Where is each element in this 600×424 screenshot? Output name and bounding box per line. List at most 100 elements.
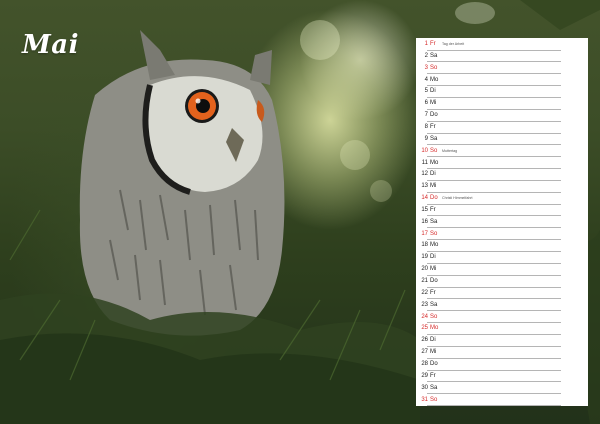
day-number: 17 [421,230,428,237]
weekday-label: Fr [430,289,436,296]
day-number: 5 [424,88,428,95]
weekday-label: Di [430,88,436,95]
calendar-page: Mai 1 Fr Tag der Arbeit 2 Sa 3 So 4 Mo 5 Di 6 Mi 7 Do 8… [0,0,600,424]
weekday-label: So [430,313,438,320]
calendar-day-row: 14 Do Christi Himmelfahrt [416,193,588,205]
weekday-label: Fr [430,41,436,47]
day-number: 21 [421,278,428,284]
weekday-label: Do [430,360,438,367]
calendar-panel: 1 Fr Tag der Arbeit 2 Sa 3 So 4 Mo 5 Di 6 Mi 7 Do 8 Fr 9 S… [416,38,588,407]
calendar-day-row: 26 Di [416,335,588,347]
calendar-day-row: 5 Di [416,86,588,98]
weekday-label: Mi [430,266,437,273]
calendar-day-row: 19 Di [416,252,588,264]
day-number: 12 [421,171,428,178]
day-number: 16 [421,218,428,225]
calendar-day-row: 17 So [416,229,588,241]
calendar-day-row: 30 Sa [416,383,588,395]
calendar-day-row: 18 Mo [416,240,588,253]
holiday-note: Muttertag [442,148,458,153]
day-number: 25 [421,325,428,332]
day-number: 28 [421,360,428,367]
calendar-day-row: 24 So [416,312,588,324]
calendar-day-row: 29 Fr [416,371,588,383]
day-number: 22 [421,289,428,296]
weekday-label: Mi [430,100,437,107]
day-number: 8 [424,123,428,130]
calendar-day-row: 22 Fr [416,288,588,300]
month-title: Mai [22,30,80,60]
day-number: 30 [421,384,428,391]
row-divider [427,405,561,407]
calendar-day-row: 25 Mo [416,323,588,335]
calendar-day-row: 4 Mo [416,75,588,87]
day-number: 9 [424,135,428,142]
weekday-label: Sa [430,218,438,225]
day-number: 1 [424,41,428,47]
day-number: 19 [421,254,428,261]
weekday-label: Fr [430,206,436,213]
day-number: 18 [421,242,428,249]
calendar-day-row: 16 Sa [416,217,588,229]
holiday-note: Tag der Arbeit [442,42,465,46]
weekday-label: So [430,230,438,237]
calendar-day-row: 21 Do [416,276,588,288]
calendar-day-row: 13 Mi [416,181,588,193]
day-number: 4 [424,76,428,83]
calendar-day-row: 31 So [416,395,588,407]
weekday-label: Mo [430,242,439,249]
weekday-label: Mi [430,183,437,190]
day-number: 23 [421,301,428,308]
weekday-label: Mo [430,325,439,332]
day-number: 7 [424,112,428,119]
day-number: 26 [421,337,428,344]
calendar-day-row: 23 Sa [416,300,588,312]
day-number: 6 [424,100,428,107]
day-number: 27 [421,349,428,356]
calendar-day-row: 10 So Muttertag [416,146,588,158]
weekday-label: Mo [430,76,439,83]
calendar-day-row: 7 Do [416,110,588,122]
weekday-label: Sa [430,135,438,142]
weekday-label: Mi [430,349,437,356]
calendar-day-row: 3 So [416,63,588,75]
weekday-label: Fr [430,372,436,379]
holiday-note: Christi Himmelfahrt [442,196,473,201]
calendar-day-row: 11 Mo [416,158,588,170]
weekday-label: Di [430,254,436,261]
calendar-day-row: 1 Fr Tag der Arbeit [416,39,588,51]
calendar-day-row: 12 Di [416,169,588,181]
weekday-label: Sa [430,52,438,59]
weekday-label: Do [430,278,438,284]
day-number: 2 [424,52,428,59]
calendar-day-row: 8 Fr [416,122,588,134]
weekday-label: So [430,396,438,403]
day-number: 20 [421,266,428,273]
day-number: 24 [421,313,428,320]
calendar-day-row: 27 Mi [416,347,588,359]
day-number: 31 [421,396,428,403]
calendar-day-row: 6 Mi [416,98,588,110]
day-number: 14 [421,195,428,202]
calendar-day-row: 28 Do [416,359,588,371]
calendar-day-row: 9 Sa [416,134,588,146]
weekday-label: Sa [430,301,438,308]
weekday-label: Fr [430,123,436,130]
weekday-label: Mo [430,159,439,166]
calendar-day-row: 20 Mi [416,264,588,276]
day-number: 10 [421,147,428,154]
calendar-day-row: 15 Fr [416,205,588,217]
calendar-day-row: 2 Sa [416,51,588,63]
day-number: 15 [421,206,428,213]
weekday-label: So [430,64,438,71]
weekday-label: Di [430,171,436,178]
weekday-label: Do [430,195,438,202]
day-number: 29 [421,372,428,379]
day-number: 13 [421,183,428,190]
day-number: 3 [424,64,428,71]
weekday-label: Di [430,337,436,344]
weekday-label: Sa [430,384,438,391]
weekday-label: Do [430,112,438,119]
weekday-label: So [430,147,438,154]
day-number: 11 [421,159,428,166]
